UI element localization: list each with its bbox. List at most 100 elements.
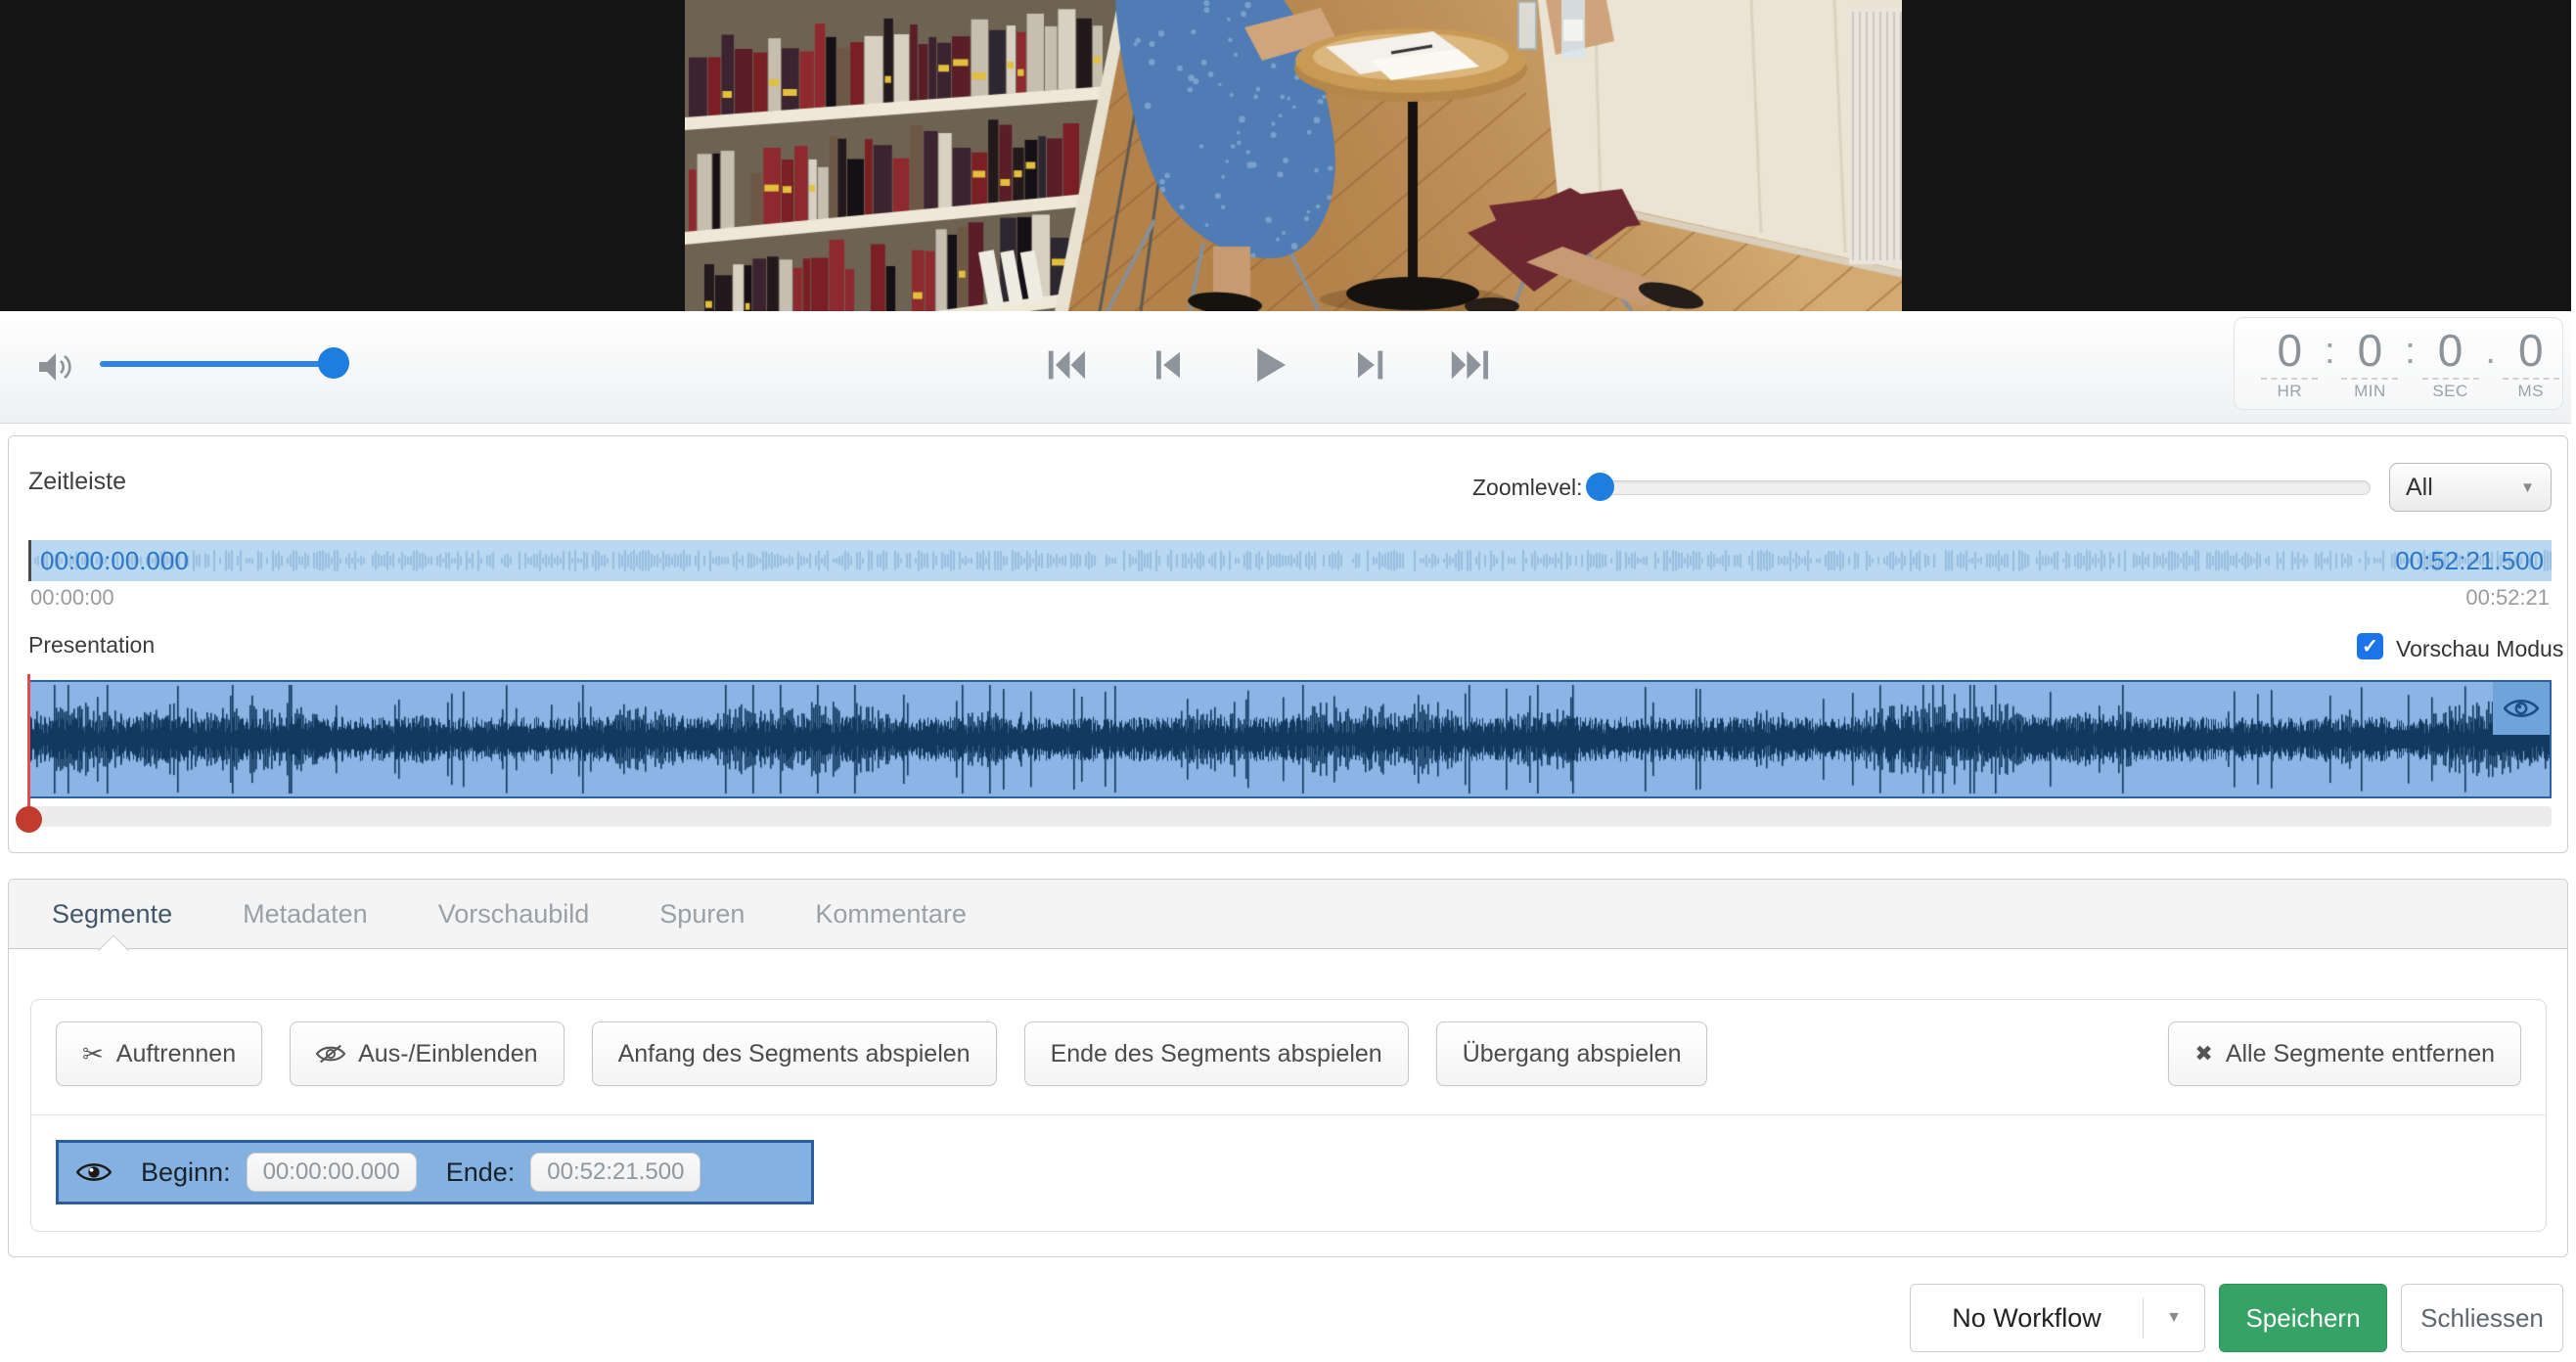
- time-hours-label: HR: [2277, 382, 2302, 401]
- time-seconds-underline: [2422, 378, 2479, 380]
- next-frame-button[interactable]: [1347, 335, 1392, 395]
- tab-vorschaubild[interactable]: Vorschaubild: [438, 899, 590, 930]
- play-segment-start-label: Anfang des Segments abspielen: [618, 1040, 971, 1068]
- timeline-overview-bar[interactable]: 00:00:00.000 00:52:21.500: [28, 540, 2552, 581]
- time-hours-group: 0 HR: [2258, 326, 2322, 401]
- skip-to-start-button[interactable]: [1045, 335, 1090, 395]
- time-minutes-underline: [2341, 378, 2398, 380]
- tab-bar: Segmente Metadaten Vorschaubild Spuren K…: [9, 880, 2567, 949]
- time-hours-value: 0: [2258, 326, 2322, 375]
- playhead-line[interactable]: [27, 674, 30, 819]
- overview-end-time: 00:52:21.500: [2395, 540, 2544, 581]
- next-frame-icon: [1350, 347, 1389, 383]
- tab-metadaten[interactable]: Metadaten: [243, 899, 368, 930]
- skip-to-end-button[interactable]: [1448, 335, 1493, 395]
- transport-controls: [1045, 335, 1493, 395]
- segments-toolbox: ✂ Auftrennen Aus-/Einblenden Anfang des …: [30, 999, 2547, 1232]
- time-seconds-label: SEC: [2432, 382, 2467, 401]
- track-filter-value: All: [2406, 474, 2433, 502]
- previous-frame-button[interactable]: [1146, 335, 1191, 395]
- overview-start-time: 00:00:00.000: [40, 540, 189, 581]
- preview-mode-checkbox[interactable]: ✓: [2357, 633, 2383, 659]
- overview-playhead[interactable]: [28, 540, 31, 581]
- split-button[interactable]: ✂ Auftrennen: [56, 1022, 262, 1086]
- toolbar-divider: [31, 1114, 2546, 1115]
- caret-down-icon: ▼: [2520, 479, 2535, 496]
- time-hours-underline: [2261, 378, 2318, 380]
- play-segment-end-label: Ende des Segments abspielen: [1051, 1040, 1382, 1068]
- zoomlevel-slider-thumb[interactable]: [1586, 473, 1614, 501]
- time-ms-label: MS: [2517, 382, 2544, 401]
- split-button-label: Auftrennen: [116, 1040, 236, 1068]
- timeline-panel: Zeitleiste Zoomlevel: All ▼ 00:00:00.000…: [8, 435, 2568, 853]
- eye-slash-icon: [316, 1043, 345, 1065]
- volume-slider-thumb[interactable]: [318, 347, 349, 379]
- video-editor-app: 0 HR : 0 MIN : 0 SEC . 0 MS: [0, 0, 2576, 1362]
- workflow-select[interactable]: No Workflow ▼: [1910, 1284, 2205, 1352]
- video-frame[interactable]: [685, 0, 1902, 311]
- eye-icon: [2504, 697, 2539, 720]
- segment-visibility-corner[interactable]: [2493, 682, 2550, 735]
- check-icon: ✓: [2362, 634, 2378, 658]
- play-button[interactable]: [1246, 335, 1291, 395]
- segment-end-input[interactable]: 00:52:21.500: [530, 1153, 700, 1192]
- toggle-visibility-label: Aus-/Einblenden: [358, 1040, 537, 1068]
- time-separator: .: [2482, 326, 2500, 377]
- waveform-track[interactable]: [28, 680, 2552, 798]
- waveform-canvas: [30, 682, 2550, 796]
- track-filter-select[interactable]: All ▼: [2389, 463, 2552, 512]
- segment-eye-icon[interactable]: [76, 1160, 112, 1184]
- tab-kommentare[interactable]: Kommentare: [815, 899, 967, 930]
- volume-icon: [37, 350, 76, 384]
- time-display: 0 HR : 0 MIN : 0 SEC . 0 MS: [2234, 317, 2563, 410]
- x-cross-icon: ✖: [2194, 1043, 2212, 1065]
- time-seconds-group: 0 SEC: [2418, 326, 2482, 401]
- play-segment-end-button[interactable]: Ende des Segments abspielen: [1024, 1022, 1409, 1086]
- caret-down-icon: ▼: [2144, 1309, 2204, 1327]
- video-stage: [0, 0, 2571, 311]
- remove-all-segments-label: Alle Segmente entfernen: [2226, 1040, 2495, 1068]
- waveform-scrollbar[interactable]: [28, 806, 2552, 827]
- skip-to-end-icon: [1448, 347, 1493, 383]
- time-ms-group: 0 MS: [2499, 326, 2562, 401]
- time-separator: :: [2402, 326, 2419, 377]
- time-minutes-group: 0 MIN: [2338, 326, 2402, 401]
- preview-mode-label: Vorschau Modus: [2396, 636, 2563, 662]
- segment-begin-label: Beginn:: [141, 1158, 231, 1188]
- time-separator: :: [2322, 326, 2339, 377]
- remove-all-segments-button[interactable]: ✖ Alle Segmente entfernen: [2168, 1022, 2521, 1086]
- time-minutes-label: MIN: [2354, 382, 2386, 401]
- play-icon: [1248, 345, 1289, 385]
- time-minutes-value: 0: [2338, 326, 2402, 375]
- video-scene: [685, 0, 1902, 311]
- time-ms-underline: [2503, 378, 2559, 380]
- timeline-title: Zeitleiste: [28, 468, 126, 496]
- axis-start-label: 00:00:00: [30, 585, 114, 611]
- previous-frame-icon: [1149, 347, 1188, 383]
- tab-segmente[interactable]: Segmente: [52, 899, 172, 930]
- playhead-handle[interactable]: [16, 806, 42, 833]
- time-ms-value: 0: [2499, 326, 2562, 375]
- toggle-visibility-button[interactable]: Aus-/Einblenden: [290, 1022, 564, 1086]
- workflow-select-value: No Workflow: [1911, 1303, 2143, 1334]
- save-button[interactable]: Speichern: [2219, 1284, 2387, 1352]
- player-controls-bar: 0 HR : 0 MIN : 0 SEC . 0 MS: [0, 311, 2571, 424]
- zoomlevel-label: Zoomlevel:: [1472, 475, 1582, 501]
- segment-toolbar: ✂ Auftrennen Aus-/Einblenden Anfang des …: [56, 1022, 2521, 1086]
- segment-row[interactable]: Beginn: 00:00:00.000 Ende: 00:52:21.500: [56, 1140, 814, 1204]
- editor-tabs-panel: Segmente Metadaten Vorschaubild Spuren K…: [8, 879, 2568, 1257]
- time-seconds-value: 0: [2418, 326, 2482, 375]
- zoomlevel-slider-track[interactable]: [1592, 480, 2371, 495]
- segment-end-label: Ende:: [446, 1158, 516, 1188]
- scissors-icon: ✂: [82, 1041, 104, 1067]
- volume-slider-track[interactable]: [100, 361, 349, 367]
- track-name-label: Presentation: [28, 632, 155, 658]
- play-transition-label: Übergang abspielen: [1463, 1040, 1682, 1068]
- play-transition-button[interactable]: Übergang abspielen: [1436, 1022, 1708, 1086]
- close-button[interactable]: Schliessen: [2401, 1284, 2563, 1352]
- segment-begin-input[interactable]: 00:00:00.000: [247, 1153, 417, 1192]
- play-segment-start-button[interactable]: Anfang des Segments abspielen: [592, 1022, 997, 1086]
- tab-spuren[interactable]: Spuren: [659, 899, 745, 930]
- overview-waveform-canvas: [28, 540, 2552, 581]
- timeline-axis: 00:00:00 00:52:21: [28, 585, 2552, 611]
